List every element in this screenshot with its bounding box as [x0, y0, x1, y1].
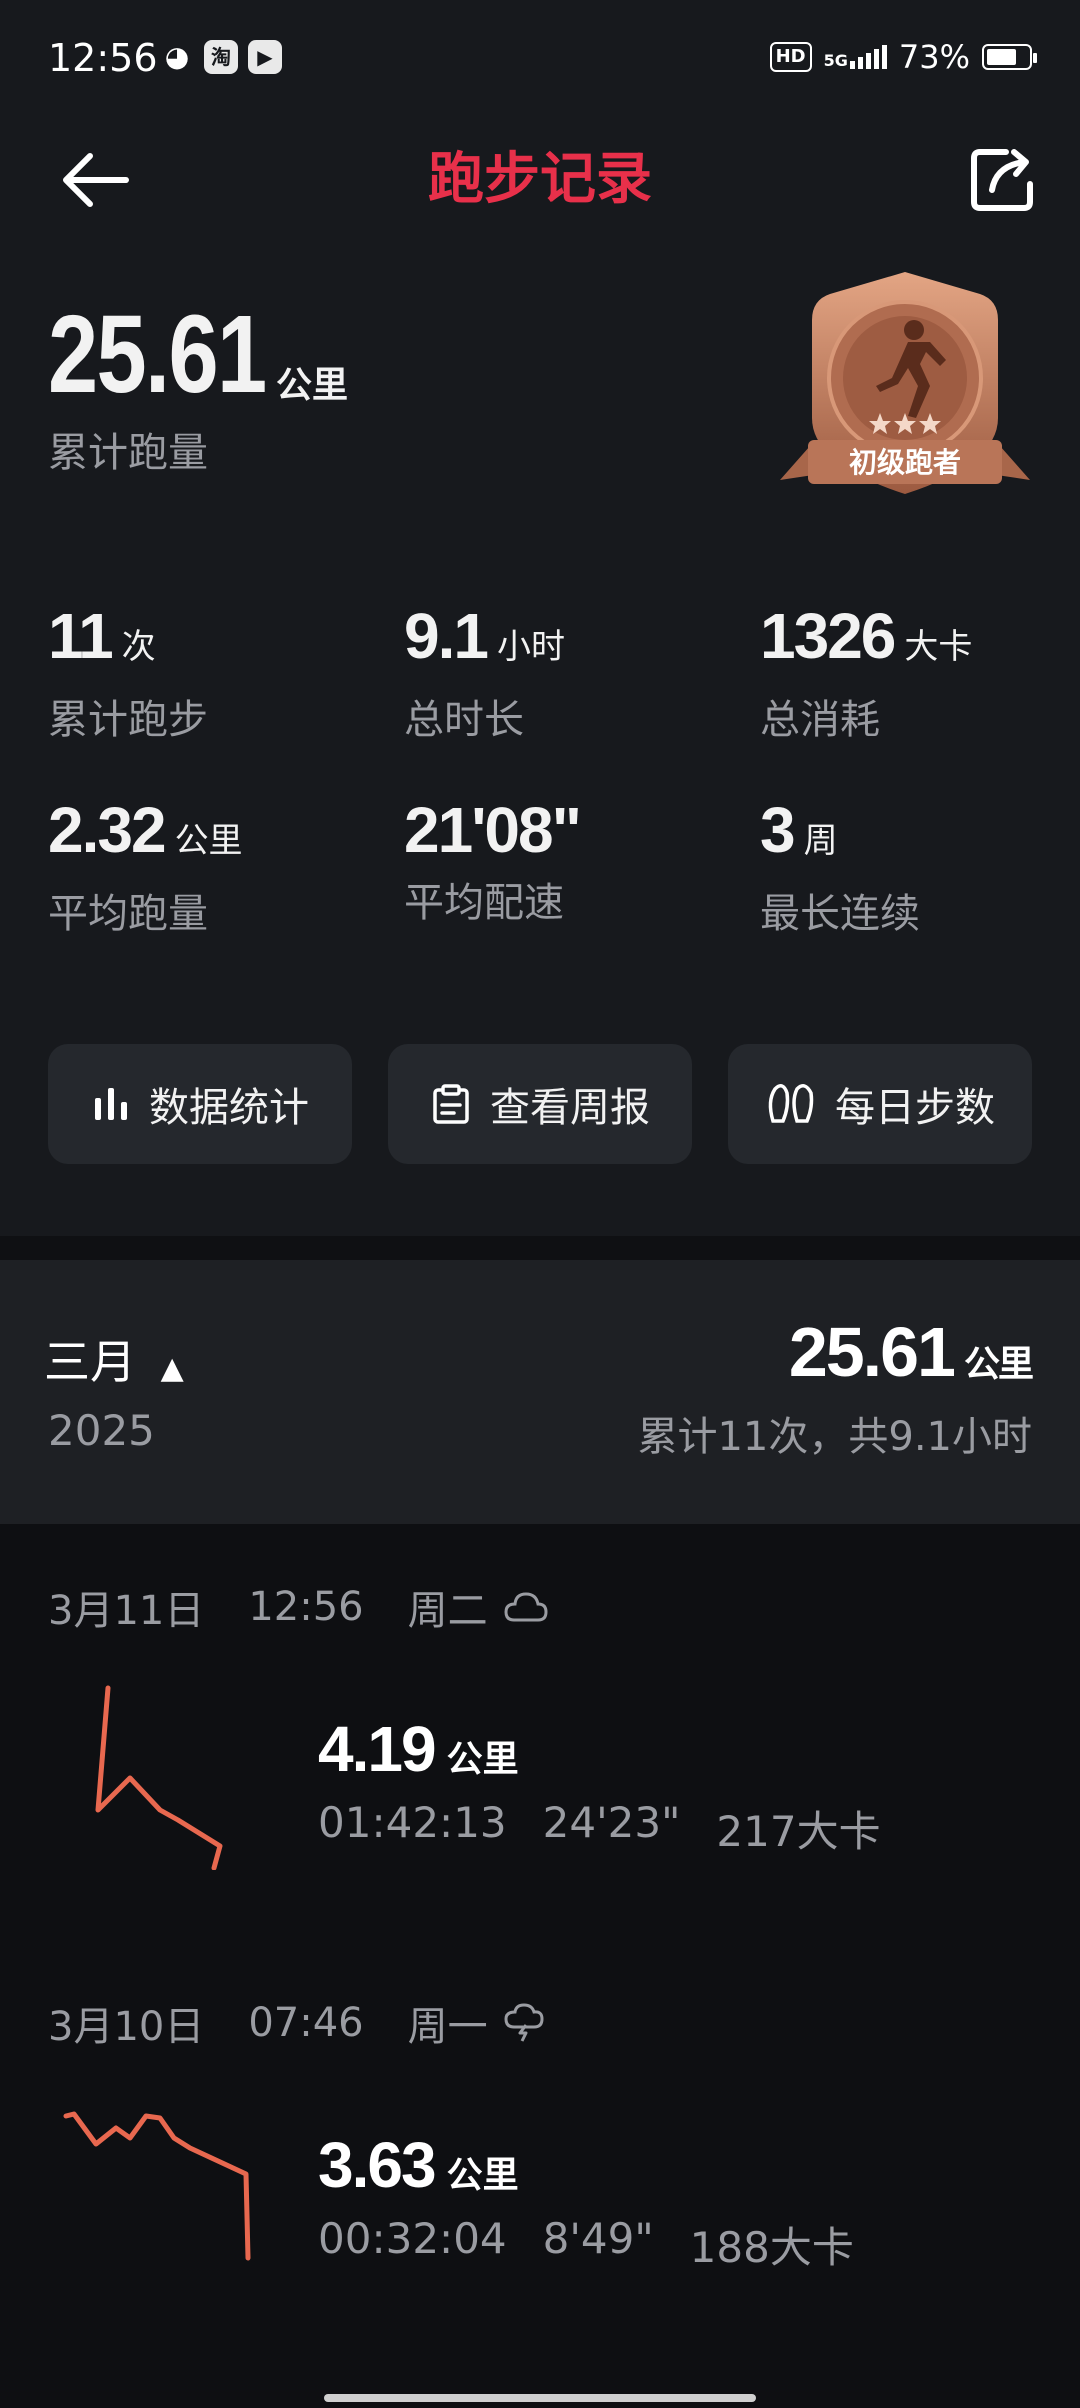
hd-icon: HD: [769, 42, 812, 72]
clipboard-icon: [433, 1084, 469, 1124]
record-weekday: 周二: [407, 1588, 488, 1634]
stat-longest-streak: 3周 最长连续: [760, 790, 920, 939]
record-time: 12:56: [248, 1584, 364, 1630]
record-date-row: 3月10日 07:46 周一: [48, 1994, 544, 2052]
runner-level-badge[interactable]: 初级跑者: [780, 268, 1030, 508]
record-duration: 00:32:04: [318, 2214, 507, 2263]
stat-value: 3: [760, 794, 796, 866]
stat-label: 累计跑步: [48, 697, 208, 743]
footprints-icon: [768, 1084, 814, 1123]
record-metrics: 00:32:04 8'49" 188大卡: [318, 2214, 854, 2275]
record-date: 3月10日: [48, 2004, 205, 2050]
month-summary-panel: [0, 1260, 1080, 1524]
stat-unit: 次: [121, 628, 156, 666]
record-duration: 01:42:13: [318, 1798, 507, 1847]
page-title: 跑步记录: [428, 147, 652, 212]
wechat-icon: ◕: [164, 40, 190, 73]
stat-average-distance: 2.32 公里 平均跑量: [48, 790, 243, 939]
stat-value: 11: [48, 600, 114, 672]
total-distance-value: 25.61: [48, 293, 267, 416]
month-total-distance: 25.61 公里: [788, 1312, 1034, 1392]
section-divider: [0, 1236, 1080, 1260]
stat-value: 2.32: [48, 794, 167, 866]
share-icon: [971, 149, 1033, 211]
cloudy-icon: [504, 1592, 548, 1622]
month-selector[interactable]: 三月 ▲: [44, 1326, 184, 1392]
stat-label: 总时长: [404, 697, 524, 743]
month-summary-text: 累计11次，共9.1小时: [637, 1414, 1032, 1460]
record-distance[interactable]: 3.63 公里: [318, 2128, 519, 2202]
stat-value: 21'08": [404, 794, 582, 866]
month-total-unit: 公里: [963, 1343, 1034, 1384]
record-route-map[interactable]: [60, 1670, 260, 1871]
record-weekday: 周一: [407, 2004, 488, 2050]
status-time: 12:56: [48, 36, 158, 80]
record-time: 07:46: [248, 2000, 364, 2046]
status-app-icons: ◕ 淘 ▶: [160, 40, 282, 74]
stat-total-runs: 11 次 累计跑步: [48, 596, 208, 745]
daily-steps-button[interactable]: 每日步数: [728, 1044, 1032, 1164]
record-pace: 24'23": [542, 1798, 681, 1847]
data-statistics-button[interactable]: 数据统计: [48, 1044, 352, 1164]
medal-icon: 初级跑者: [780, 272, 1030, 494]
record-pace: 8'49": [542, 2214, 654, 2263]
stat-total-calories: 1326 大卡 总消耗: [760, 596, 972, 745]
month-name: 三月: [44, 1335, 136, 1389]
month-year: 2025: [48, 1406, 155, 1455]
taobao-icon: 淘: [204, 40, 238, 74]
route-trace: [95, 1685, 223, 1871]
weekly-report-button[interactable]: 查看周报: [388, 1044, 692, 1164]
stat-label: 总消耗: [760, 697, 880, 743]
record-calories: 188大卡: [689, 2223, 854, 2272]
stat-total-duration: 9.1 小时 总时长: [404, 596, 565, 745]
stat-label: 平均配速: [404, 880, 564, 926]
home-indicator[interactable]: [324, 2394, 756, 2402]
action-label: 数据统计: [149, 1085, 309, 1131]
record-metrics: 01:42:13 24'23" 217大卡: [318, 1798, 881, 1859]
stat-unit: 公里: [174, 822, 243, 860]
record-distance-value: 4.19: [318, 1713, 437, 1785]
status-system-icons: HD 5G 73%: [769, 38, 1037, 76]
record-route-map[interactable]: [60, 2104, 260, 2304]
video-icon: ▶: [248, 40, 282, 74]
record-distance-unit: 公里: [446, 1738, 519, 1779]
action-label: 每日步数: [835, 1085, 995, 1131]
stat-unit: 大卡: [904, 628, 973, 666]
route-trace: [63, 2111, 251, 2261]
signal-icon: 5G: [824, 45, 887, 69]
record-date: 3月11日: [48, 1588, 205, 1634]
record-date-row: 3月11日 12:56 周二: [48, 1578, 548, 1636]
share-button[interactable]: [962, 140, 1042, 220]
total-distance-unit: 公里: [276, 365, 349, 406]
battery-icon: [982, 44, 1037, 70]
battery-percent: 73%: [898, 38, 970, 76]
record-distance[interactable]: 4.19 公里: [318, 1712, 519, 1786]
record-distance-unit: 公里: [446, 2154, 519, 2195]
caret-up-icon: ▲: [160, 1351, 184, 1386]
stat-label: 最长连续: [760, 891, 920, 937]
action-label: 查看周报: [490, 1085, 650, 1131]
bar-chart-icon: [95, 1088, 127, 1120]
record-calories: 217大卡: [716, 1807, 881, 1856]
record-distance-value: 3.63: [318, 2129, 437, 2201]
stat-value: 1326: [760, 600, 896, 672]
badge-label: 初级跑者: [849, 446, 961, 479]
stat-unit: 小时: [496, 628, 565, 666]
month-total-value: 25.61: [788, 1313, 956, 1391]
stat-unit: 周: [803, 822, 838, 860]
total-distance-label: 累计跑量: [48, 430, 208, 476]
status-bar: 12:56 ◕ 淘 ▶ HD 5G 73%: [0, 0, 1080, 120]
stat-value: 9.1: [404, 600, 489, 672]
stat-label: 平均跑量: [48, 891, 208, 937]
stat-average-pace: 21'08" 平均配速: [404, 790, 582, 928]
thunderstorm-icon: [504, 2003, 544, 2042]
